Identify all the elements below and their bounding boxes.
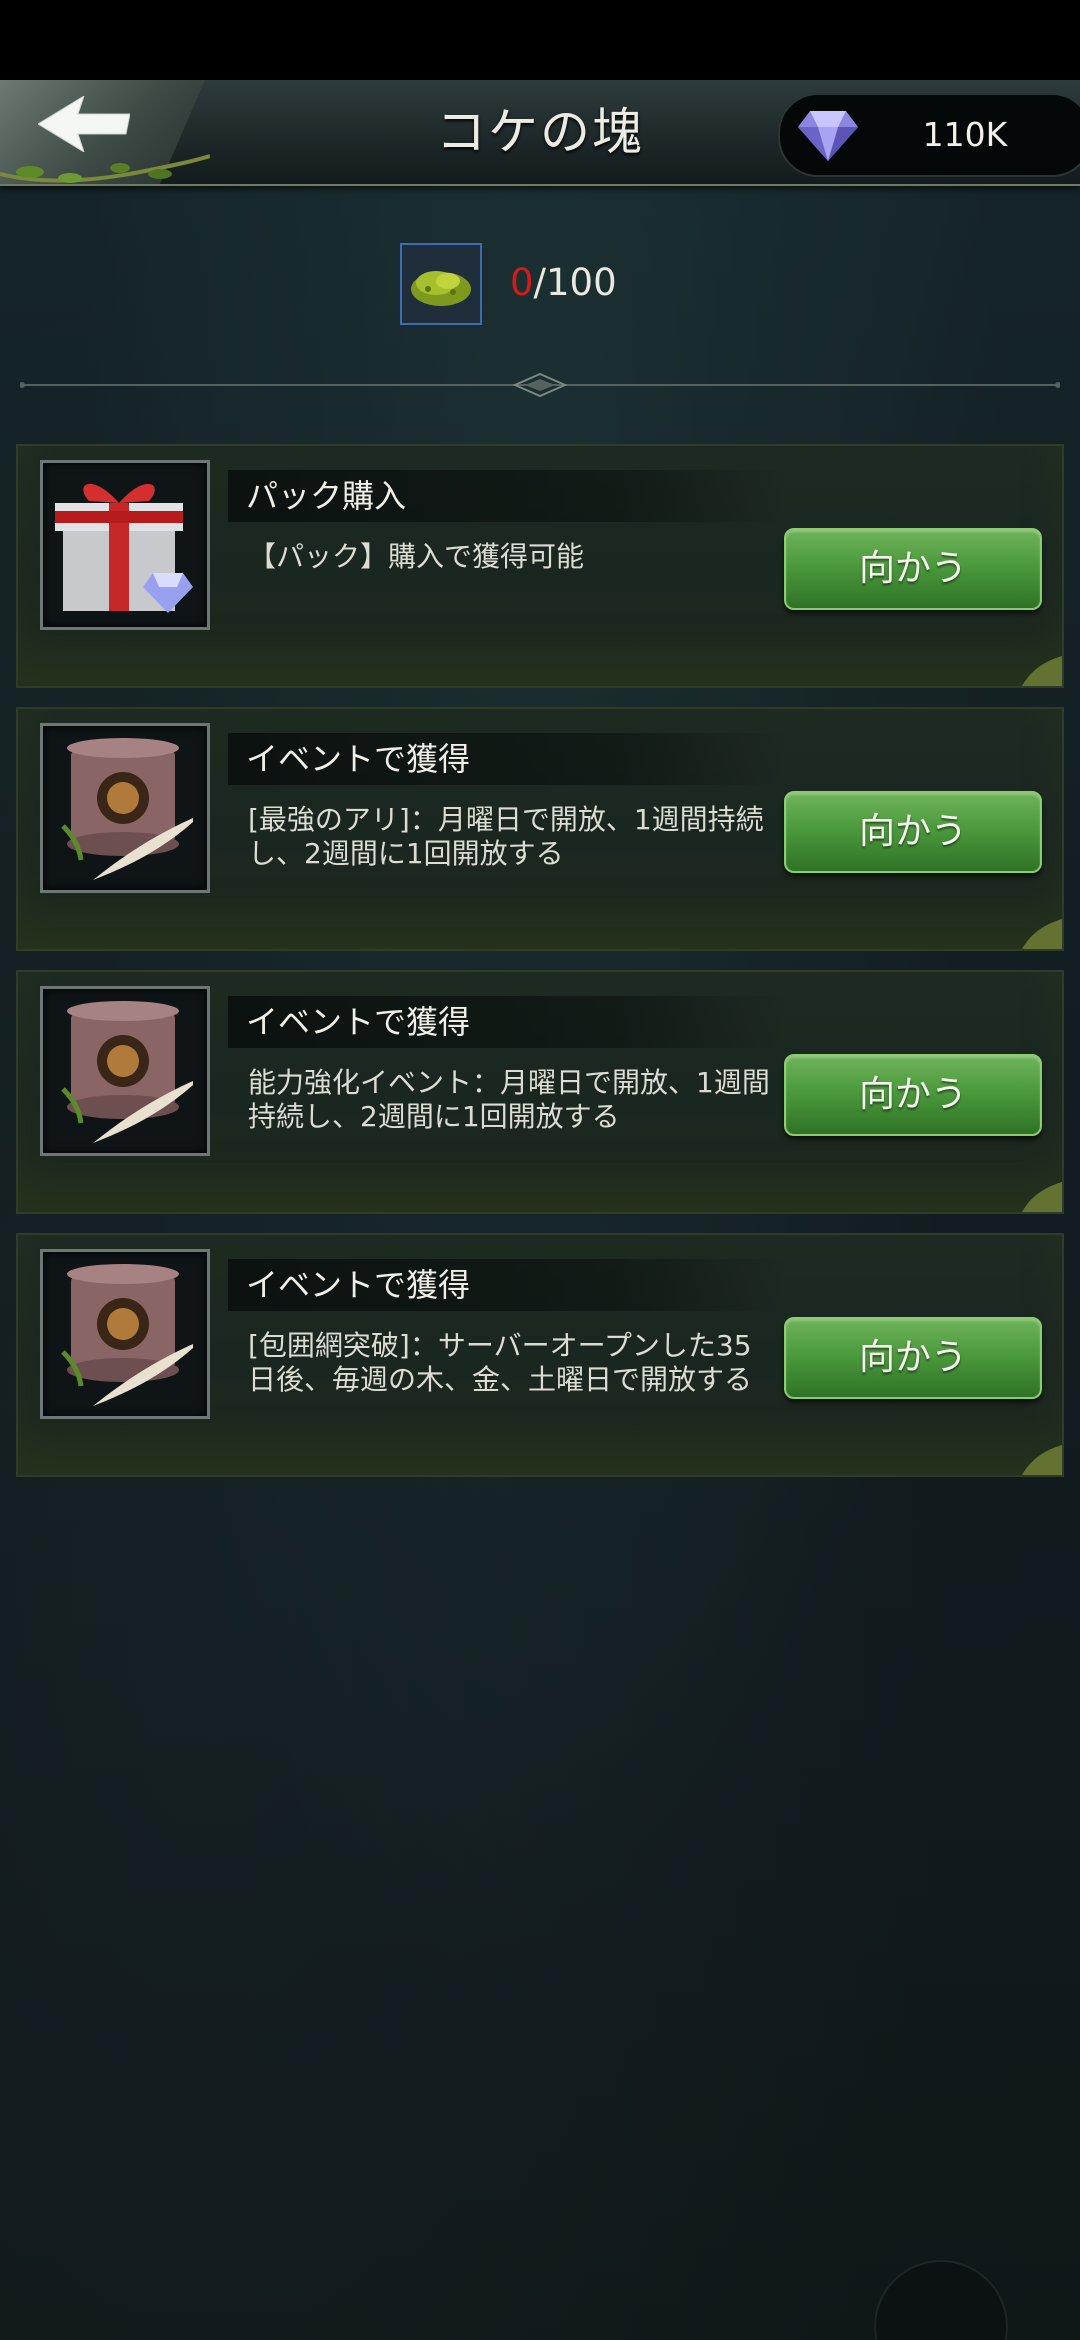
go-button[interactable]: 向かう — [784, 791, 1042, 873]
card-icon-frame — [40, 986, 210, 1156]
event-scroll-icon — [61, 1264, 193, 1406]
gem-balance[interactable]: 110K — [778, 93, 1080, 177]
leaf-decoration — [1022, 1445, 1062, 1475]
source-card-event: イベントで獲得 能力強化イベント：月曜日で開放、1週間持続し、2週間に1回開放す… — [16, 970, 1064, 1214]
go-button[interactable]: 向かう — [784, 1054, 1042, 1136]
gift-box-icon — [55, 483, 193, 613]
card-description: [最強のアリ]：月曜日で開放、1週間持続し、2週間に1回開放する — [248, 803, 764, 870]
moss-icon — [411, 271, 471, 306]
event-scroll-icon — [61, 738, 193, 880]
card-title: パック購入 — [246, 477, 407, 515]
gem-count: 110K — [922, 115, 1008, 154]
card-title: イベントで獲得 — [246, 1266, 471, 1304]
source-card-pack: パック購入 【パック】購入で獲得可能 向かう — [16, 444, 1064, 688]
leaf-decoration — [1022, 1182, 1062, 1212]
leaf-decoration — [1022, 656, 1062, 686]
card-icon-frame — [40, 723, 210, 893]
item-count: 0/100 — [510, 258, 617, 308]
source-card-event: イベントで獲得 [包囲網突破]：サーバーオープンした35日後、毎週の木、金、土曜… — [16, 1233, 1064, 1477]
item-count-current: 0 — [510, 261, 534, 304]
card-description: 能力強化イベント：月曜日で開放、1週間持続し、2週間に1回開放する — [248, 1066, 770, 1133]
screen: コケの塊 110K 0/100 パック購入 【パック】購入で獲得可能 向かう イ… — [0, 0, 1080, 2340]
floating-button[interactable] — [874, 2260, 1008, 2340]
diamond-icon — [798, 111, 858, 161]
source-card-event: イベントで獲得 [最強のアリ]：月曜日で開放、1週間持続し、2週間に1回開放する… — [16, 707, 1064, 951]
moss-item-slot — [400, 243, 482, 325]
card-title: イベントで獲得 — [246, 1003, 471, 1041]
card-description: [包囲網突破]：サーバーオープンした35日後、毎週の木、金、土曜日で開放する — [248, 1329, 753, 1396]
card-title: イベントで獲得 — [246, 740, 471, 778]
leaf-decoration — [1022, 919, 1062, 949]
item-count-total: /100 — [533, 261, 617, 304]
card-icon-frame — [40, 460, 210, 630]
go-button[interactable]: 向かう — [784, 1317, 1042, 1399]
card-icon-frame — [40, 1249, 210, 1419]
event-scroll-icon — [61, 1001, 193, 1143]
ornamental-divider — [20, 372, 1060, 398]
go-button[interactable]: 向かう — [784, 528, 1042, 610]
status-bar — [0, 0, 1080, 80]
card-description: 【パック】購入で獲得可能 — [248, 540, 585, 573]
